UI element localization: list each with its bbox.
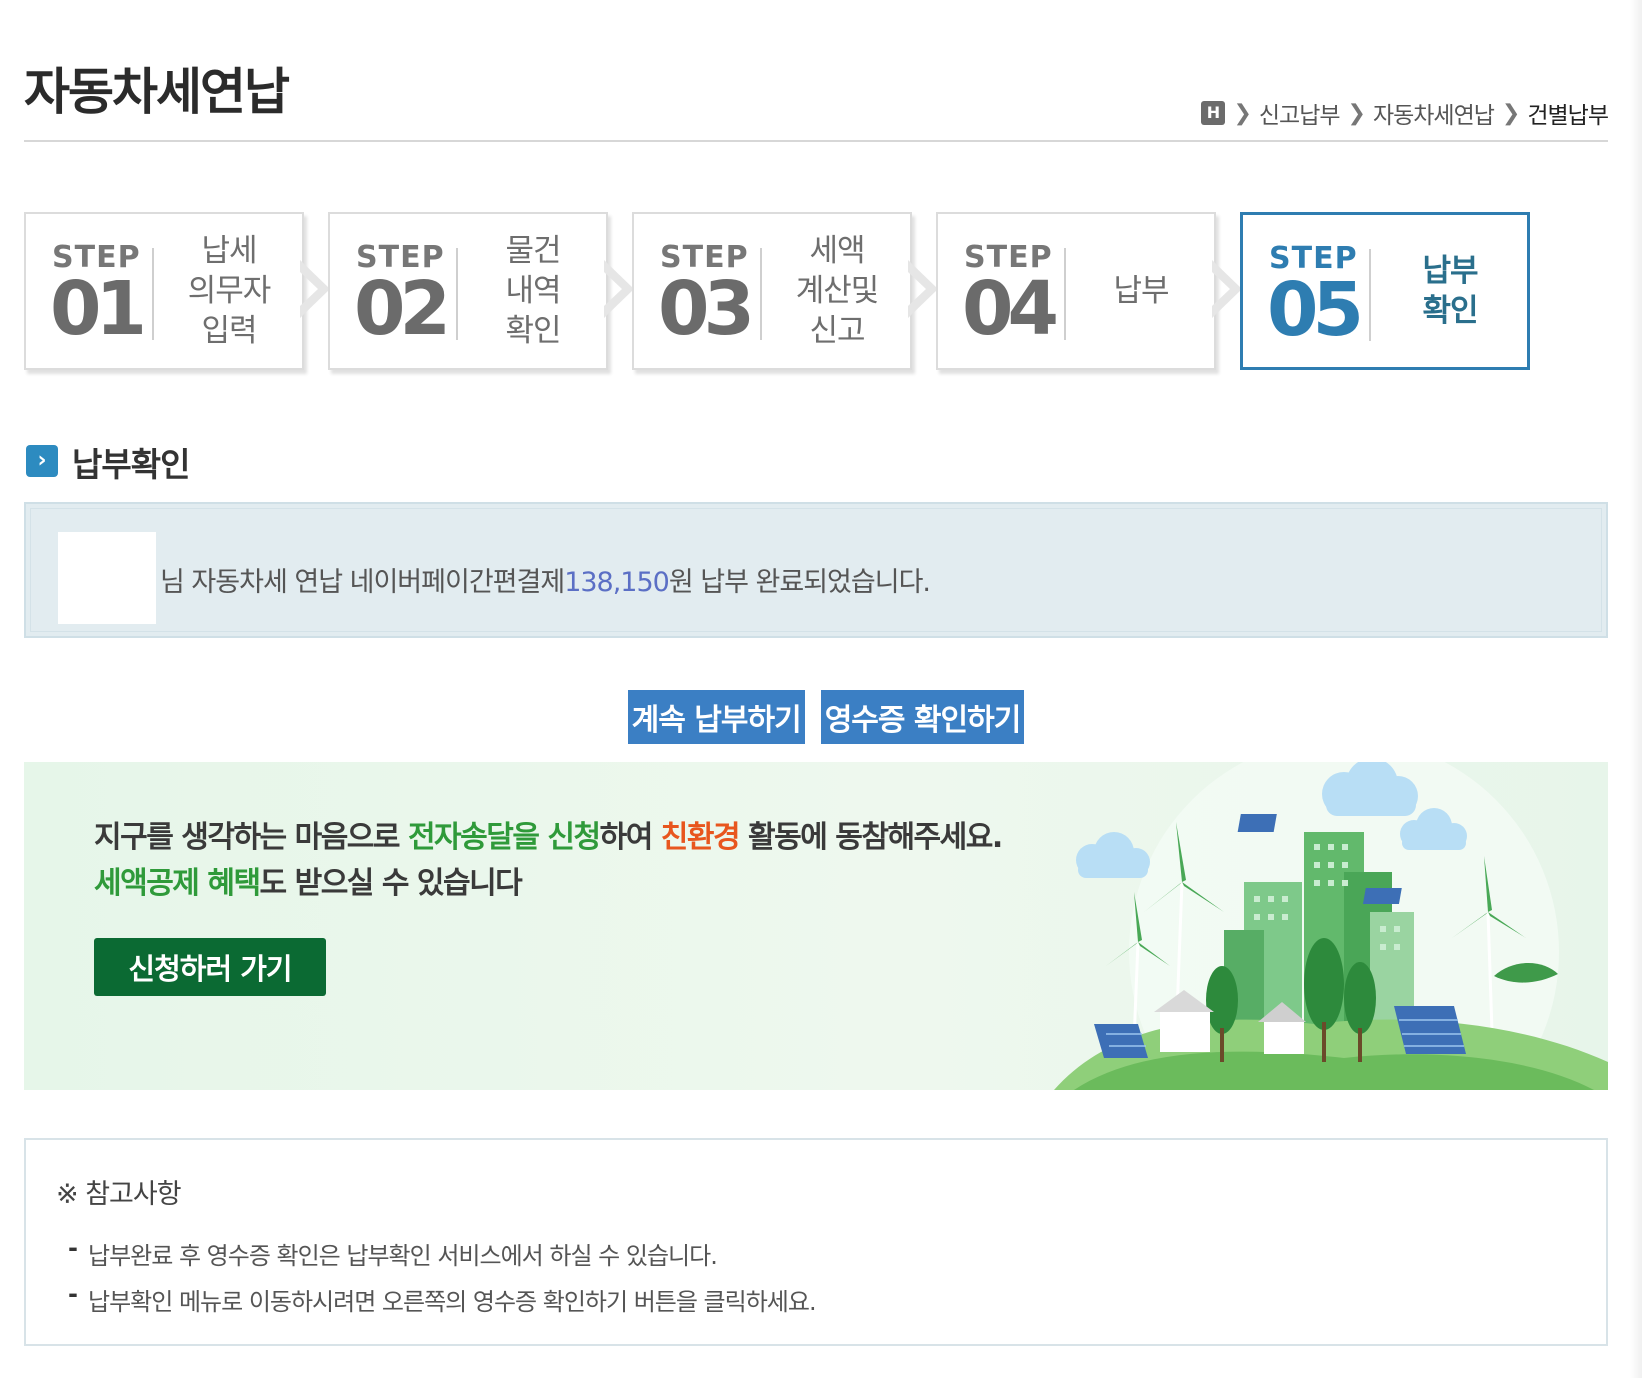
step-arrow-icon [1212, 260, 1242, 318]
view-receipt-button[interactable]: 영수증 확인하기 [820, 690, 1025, 744]
result-text-prefix: 님 자동차세 연납 네이버페이간편결제 [160, 567, 565, 598]
banner-highlight: 세액공제 혜택 [94, 866, 261, 901]
step-arrow-icon [300, 260, 330, 318]
page-edge-shadow [1630, 0, 1642, 1378]
payment-result-box: 님 자동차세 연납 네이버페이간편결제138,150원 납부 완료되었습니다. [24, 502, 1608, 638]
action-buttons: 계속 납부하기 영수증 확인하기 [0, 690, 1642, 744]
step-arrow-icon [908, 260, 938, 318]
step-1: STEP 01 납세 의무자 입력 [24, 212, 304, 370]
payment-amount: 138,150 [564, 567, 670, 598]
step-indicator: STEP 01 납세 의무자 입력 STEP 02 물건 내역 확인 STEP … [24, 212, 1604, 377]
eco-city-illustration [1054, 762, 1608, 1090]
step-number: 03 [658, 266, 755, 352]
step-name: 세액 계산및 신고 [795, 233, 880, 349]
step-divider [760, 248, 762, 340]
step-number: 02 [354, 266, 451, 352]
e-delivery-banner: 지구를 생각하는 마음으로 전자송달을 신청하여 친환경 활동에 동참해주세요.… [24, 762, 1608, 1090]
result-text-suffix: 원 납부 완료되었습니다. [668, 567, 931, 598]
reference-notes: ※ 참고사항 납부완료 후 영수증 확인은 납부확인 서비스에서 하실 수 있습… [24, 1138, 1608, 1346]
banner-message-line-1: 지구를 생각하는 마음으로 전자송달을 신청하여 친환경 활동에 동참해주세요. [94, 812, 1003, 856]
chevron-right-icon: ❯ [1233, 100, 1251, 126]
step-name: 물건 내역 확인 [505, 233, 561, 349]
step-name: 납부 [1113, 273, 1169, 309]
note-item: 납부확인 메뉴로 이동하시려면 오른쪽의 영수증 확인하기 버튼을 클릭하세요. [68, 1280, 817, 1317]
payment-result-message: 님 자동차세 연납 네이버페이간편결제138,150원 납부 완료되었습니다. [160, 560, 931, 599]
chevron-right-icon: ❯ [1347, 100, 1366, 126]
chevron-right-icon: ❯ [1501, 100, 1520, 126]
step-3: STEP 03 세액 계산및 신고 [632, 212, 912, 370]
step-5-current: STEP 05 납부 확인 [1240, 212, 1530, 370]
step-divider [152, 248, 154, 340]
step-arrow-icon [604, 260, 634, 318]
breadcrumb-item-current: 건별납부 [1527, 103, 1609, 129]
step-name: 납부 확인 [1422, 253, 1478, 329]
banner-text: 지구를 생각하는 마음으로 [94, 820, 408, 855]
chevron-right-icon: › [26, 445, 58, 477]
step-2: STEP 02 물건 내역 확인 [328, 212, 608, 370]
step-divider [1369, 249, 1371, 341]
section-title: 납부확인 [72, 445, 190, 484]
note-item: 납부완료 후 영수증 확인은 납부확인 서비스에서 하실 수 있습니다. [68, 1234, 718, 1271]
home-icon[interactable]: H [1201, 101, 1226, 125]
continue-payment-button[interactable]: 계속 납부하기 [627, 690, 805, 744]
step-number: 01 [50, 266, 147, 352]
banner-text: 하여 [599, 820, 661, 855]
banner-highlight-eco: 친환경 [660, 820, 741, 855]
breadcrumb-item-annual-car-tax[interactable]: 자동차세연납 [1373, 96, 1495, 130]
banner-text: 활동에 동참해주세요. [739, 820, 1003, 855]
banner-text: 도 받으실 수 있습니다 [259, 866, 523, 901]
breadcrumb: H ❯ 신고납부 ❯ 자동차세연납 ❯ 건별납부 [1201, 96, 1609, 130]
step-divider [456, 248, 458, 340]
title-divider [24, 140, 1608, 142]
step-divider [1064, 248, 1066, 340]
masked-taxpayer-name [58, 532, 156, 624]
breadcrumb-item-report-payment[interactable]: 신고납부 [1259, 96, 1341, 130]
notes-title: ※ 참고사항 [56, 1179, 182, 1210]
step-4: STEP 04 납부 [936, 212, 1216, 370]
banner-highlight: 전자송달을 신청 [407, 820, 601, 855]
apply-e-delivery-button[interactable]: 신청하러 가기 [94, 938, 326, 996]
banner-message-line-2: 세액공제 혜택도 받으실 수 있습니다 [94, 858, 523, 902]
page-title: 자동차세연납 [24, 63, 290, 121]
step-number: 04 [962, 266, 1059, 352]
step-name: 납세 의무자 입력 [187, 233, 272, 349]
step-number: 05 [1267, 267, 1364, 353]
